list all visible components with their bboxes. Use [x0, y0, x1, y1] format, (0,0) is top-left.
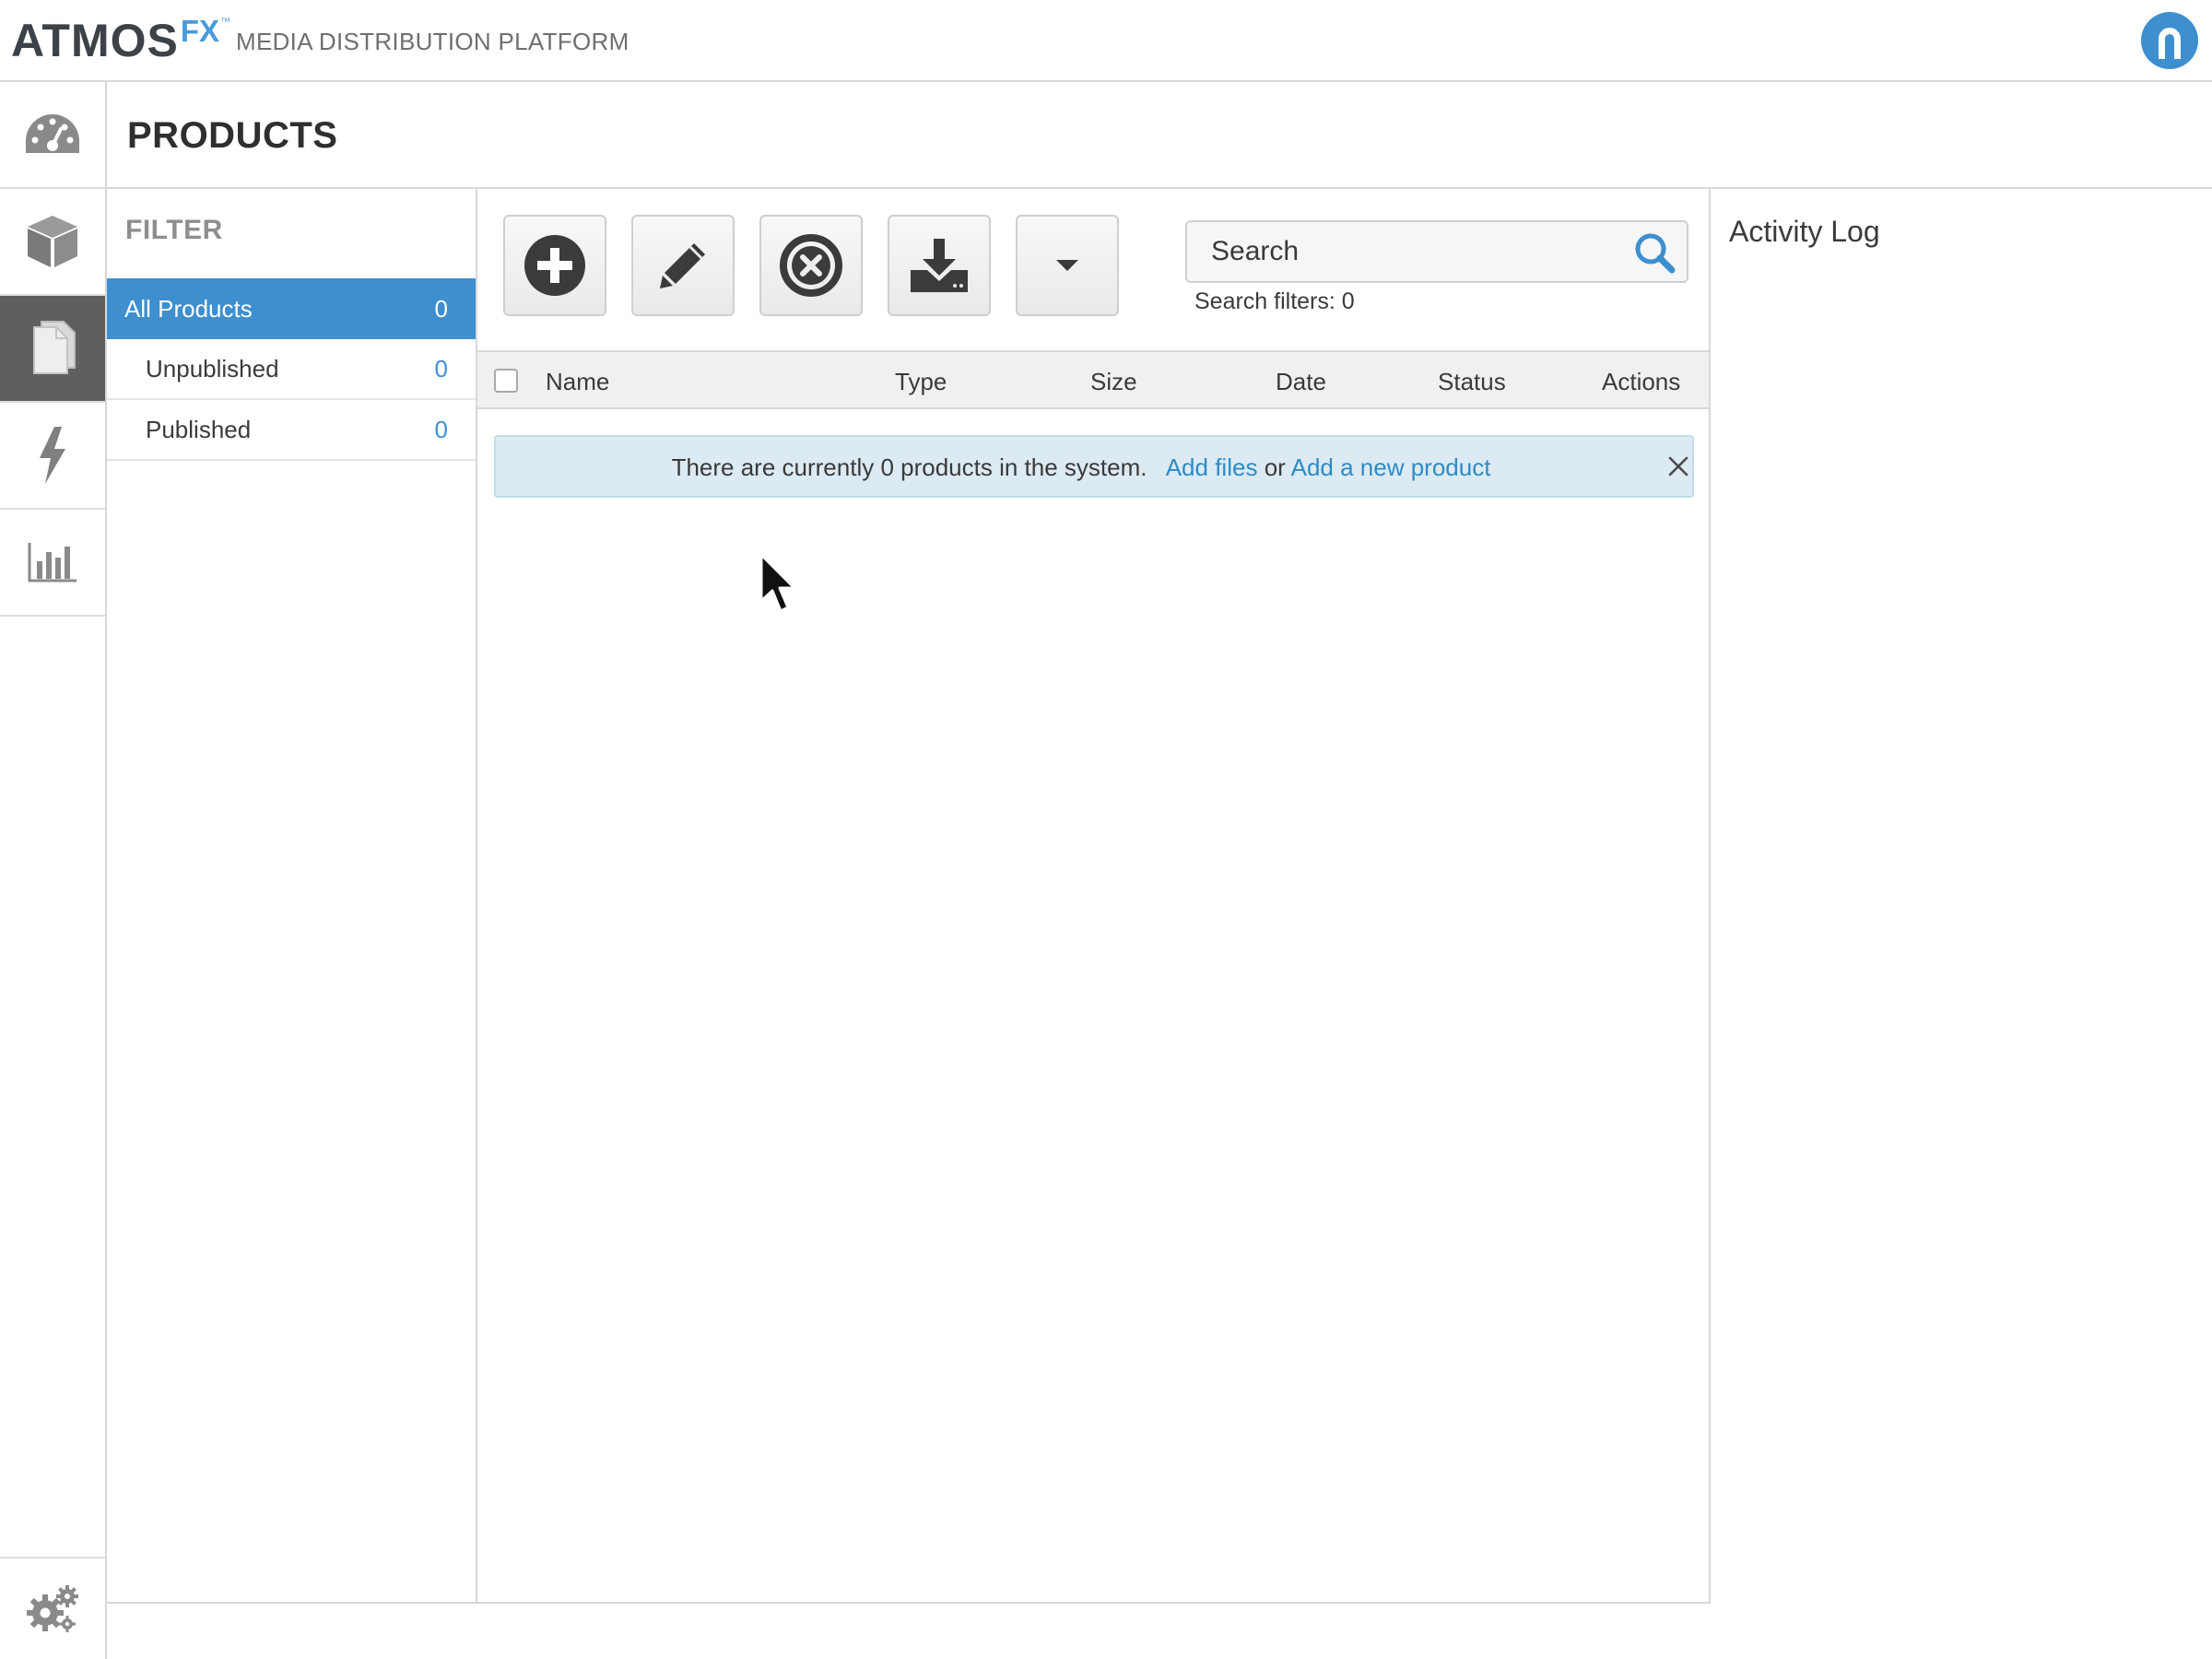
- filter-unpublished[interactable]: Unpublished 0: [107, 339, 476, 400]
- activity-log-panel: Activity Log: [1711, 189, 2212, 1659]
- page-title: PRODUCTS: [127, 115, 338, 156]
- search-filters-count: Search filters: 0: [1194, 288, 1355, 314]
- filter-label: Unpublished: [146, 354, 279, 382]
- notice-text: There are currently 0 products in the sy…: [671, 453, 1147, 481]
- add-files-link[interactable]: Add files: [1166, 453, 1258, 481]
- dashboard-icon: [26, 114, 79, 153]
- filter-all-products[interactable]: All Products 0: [107, 278, 476, 339]
- nav-lightning[interactable]: [0, 403, 105, 510]
- column-date[interactable]: Date: [1276, 368, 1326, 396]
- search-box: [1185, 220, 1688, 283]
- platform-subtitle: MEDIA DISTRIBUTION PLATFORM: [236, 28, 629, 55]
- column-name[interactable]: Name: [546, 368, 609, 396]
- box-icon: [28, 216, 77, 267]
- notice-or: or: [1264, 453, 1286, 481]
- user-avatar-icon[interactable]: [2140, 11, 2199, 70]
- nav-settings[interactable]: [0, 1557, 105, 1659]
- activity-log-title: Activity Log: [1729, 215, 1880, 248]
- page-title-bar: PRODUCTS: [107, 82, 2212, 189]
- empty-products-notice: There are currently 0 products in the sy…: [494, 435, 1694, 498]
- select-all-checkbox[interactable]: [494, 369, 518, 393]
- add-circle-icon: [524, 235, 585, 296]
- more-actions-dropdown[interactable]: [1016, 215, 1119, 316]
- logo-fx-text: FX: [180, 14, 220, 48]
- table-header: Name Type Size Date Status Actions: [477, 350, 1709, 409]
- remove-circle-icon: [780, 234, 842, 297]
- atmosfx-logo[interactable]: ATMOS FX ™: [11, 14, 231, 67]
- close-icon[interactable]: [1666, 452, 1690, 479]
- logo-trademark: ™: [220, 17, 231, 28]
- filter-label: Published: [146, 415, 252, 443]
- lightning-icon: [40, 427, 65, 484]
- top-bar: ATMOS FX ™ MEDIA DISTRIBUTION PLATFORM: [0, 0, 2212, 82]
- pencil-icon: [660, 243, 705, 288]
- gears-icon: [27, 1584, 78, 1632]
- edit-product-button[interactable]: [631, 215, 735, 316]
- caret-down-icon: [1056, 260, 1078, 271]
- nav-analytics[interactable]: [0, 510, 105, 617]
- filter-heading: FILTER: [125, 215, 223, 245]
- filter-count: 0: [434, 354, 448, 382]
- search-input[interactable]: [1187, 222, 1630, 281]
- filter-published[interactable]: Published 0: [107, 400, 476, 461]
- nav-dashboard[interactable]: [0, 82, 105, 189]
- search-icon[interactable]: [1633, 231, 1676, 274]
- filter-panel: FILTER All Products 0 Unpublished 0 Publ…: [107, 189, 477, 1604]
- documents-icon: [33, 321, 76, 374]
- products-main-panel: Search filters: 0 Name Type Size Date St…: [477, 189, 1711, 1604]
- column-status[interactable]: Status: [1438, 368, 1506, 396]
- add-new-product-link[interactable]: Add a new product: [1291, 453, 1491, 481]
- nav-products-box[interactable]: [0, 189, 105, 296]
- download-icon: [911, 239, 968, 292]
- column-type[interactable]: Type: [895, 368, 947, 396]
- filter-label: All Products: [124, 294, 253, 323]
- main-footer-divider: [107, 1602, 1711, 1604]
- mouse-cursor-icon: [759, 553, 796, 613]
- logo-text: ATMOS: [11, 15, 179, 66]
- column-actions: Actions: [1602, 368, 1681, 395]
- download-button[interactable]: [888, 215, 991, 316]
- filter-count: 0: [434, 415, 448, 443]
- column-size[interactable]: Size: [1090, 368, 1137, 396]
- left-nav-rail: [0, 82, 107, 1659]
- filter-count: 0: [434, 294, 448, 323]
- notice-message: There are currently 0 products in the sy…: [496, 453, 1666, 482]
- nav-documents[interactable]: [0, 296, 105, 403]
- bar-chart-icon: [28, 543, 76, 582]
- delete-product-button[interactable]: [759, 215, 863, 316]
- add-product-button[interactable]: [503, 215, 606, 316]
